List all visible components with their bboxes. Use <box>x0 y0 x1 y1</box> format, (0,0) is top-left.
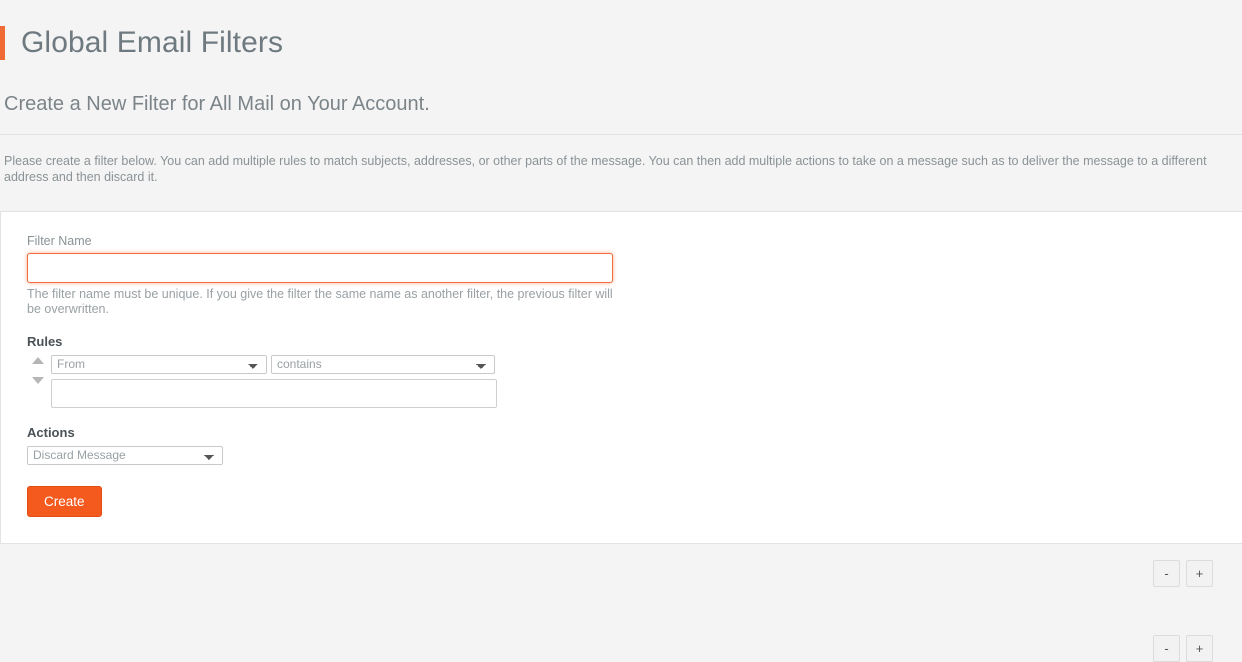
rule-field-select[interactable]: From <box>51 355 267 375</box>
page-title: Global Email Filters <box>21 26 284 60</box>
create-filter-button[interactable]: Create <box>27 486 102 518</box>
action-row-buttons: - + <box>1153 635 1213 662</box>
rule-reorder-controls <box>27 357 49 385</box>
action-row: Discard Message <box>27 446 1242 466</box>
filter-name-help-text: The filter name must be unique. If you g… <box>27 287 613 317</box>
move-rule-down-icon[interactable] <box>32 377 44 385</box>
page-header: Global Email Filters Create a New Filter… <box>0 0 1242 136</box>
add-rule-button[interactable]: + <box>1186 560 1213 588</box>
add-action-button[interactable]: + <box>1186 635 1213 662</box>
remove-rule-button[interactable]: - <box>1153 560 1180 588</box>
rule-operator-select[interactable]: contains <box>271 355 495 375</box>
move-rule-up-icon[interactable] <box>32 357 44 365</box>
title-row: Global Email Filters <box>0 0 1242 80</box>
filter-name-input[interactable] <box>27 253 613 284</box>
remove-action-button[interactable]: - <box>1153 635 1180 662</box>
actions-heading: Actions <box>27 425 75 441</box>
rules-heading: Rules <box>27 334 63 350</box>
rule-row-buttons: - + <box>1153 560 1213 588</box>
filter-name-label: Filter Name <box>27 234 92 249</box>
rule-row: From contains <box>27 355 1242 409</box>
filter-form-card: Filter Name The filter name must be uniq… <box>0 211 1242 662</box>
rule-select-group: From contains <box>51 355 1242 375</box>
action-type-select[interactable]: Discard Message <box>27 446 223 466</box>
rule-value-input[interactable] <box>51 379 497 409</box>
page-subtitle: Create a New Filter for All Mail on Your… <box>4 93 430 116</box>
title-accent-bar <box>0 26 5 61</box>
page-description: Please create a filter below. You can ad… <box>4 154 1207 185</box>
